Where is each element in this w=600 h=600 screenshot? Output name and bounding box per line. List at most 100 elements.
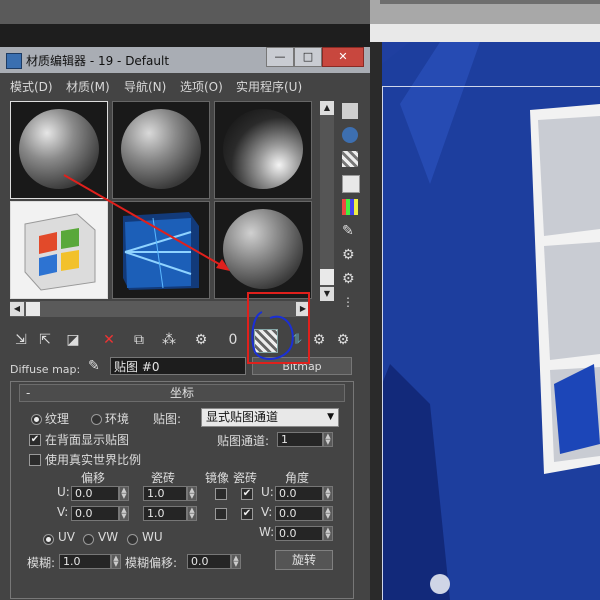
u-tiling-spinner[interactable]: ▲ ▼ (187, 486, 197, 501)
sample-slot-6[interactable] (214, 201, 312, 299)
sample-slot-1[interactable] (10, 101, 108, 199)
environ-radio[interactable] (91, 414, 102, 425)
v-offset-field[interactable]: 0.0 (71, 506, 119, 521)
sphere-preview (223, 109, 303, 189)
sample-slots (10, 101, 312, 299)
u-mirror-checkbox[interactable] (215, 488, 227, 500)
get-material-icon[interactable]: ⇲ (10, 329, 32, 351)
v-tiling-field[interactable]: 1.0 (143, 506, 187, 521)
menu-options[interactable]: 选项(O) (180, 78, 223, 95)
vw-label: VW (98, 530, 119, 544)
scroll-right-arrow-icon[interactable]: ▶ (296, 302, 310, 316)
real-world-checkbox[interactable] (29, 454, 41, 466)
put-to-library-icon[interactable]: ⚙ (190, 329, 212, 351)
mapping-dropdown[interactable]: 显式贴图通道 ▼ (201, 408, 339, 427)
map-channel-field[interactable]: 1 (277, 432, 323, 447)
texture-radio[interactable] (31, 414, 42, 425)
make-unique-icon[interactable]: ⁂ (158, 329, 180, 351)
scroll-thumb[interactable] (320, 269, 334, 285)
select-by-material-icon[interactable]: ⚙ (342, 271, 358, 287)
options-icon[interactable]: ⚙ (342, 247, 358, 263)
v-mirror-checkbox[interactable] (215, 508, 227, 520)
sample-slot-5[interactable] (112, 201, 210, 299)
minimize-button[interactable]: — (266, 47, 294, 67)
texture-label: 纹理 (45, 412, 70, 426)
app-icon (6, 53, 22, 69)
scroll-down-arrow-icon[interactable]: ▼ (320, 287, 334, 301)
w-angle-spinner[interactable]: ▲ ▼ (323, 526, 333, 541)
blur-offset-field[interactable]: 0.0 (187, 554, 231, 569)
background-checker-icon[interactable] (342, 151, 358, 167)
rollout-header[interactable]: - 坐标 (19, 384, 345, 402)
blur-offset-spinner[interactable]: ▲ ▼ (231, 554, 241, 569)
put-to-scene-icon[interactable]: ⇱ (34, 329, 56, 351)
chevron-down-icon: ▼ (327, 412, 334, 422)
show-end-result-icon[interactable]: ⥮ (286, 329, 308, 351)
window-controls: — □ ✕ (266, 47, 364, 67)
u-tiling-field[interactable]: 1.0 (143, 486, 187, 501)
map-type-button[interactable]: Bitmap (252, 357, 352, 375)
title-bar[interactable]: 材质编辑器 - 19 - Default — □ ✕ (0, 47, 370, 73)
close-button[interactable]: ✕ (322, 47, 364, 67)
rotate-button[interactable]: 旋转 (275, 550, 333, 570)
uv-tiling-icon[interactable] (342, 175, 360, 193)
backlight-icon[interactable] (342, 127, 358, 143)
v-angle-spinner[interactable]: ▲ ▼ (323, 506, 333, 521)
preview-icon[interactable]: ✎ (342, 223, 358, 239)
show-back-checkbox[interactable]: ✔ (29, 434, 41, 446)
blur-spinner[interactable]: ▲ ▼ (111, 554, 121, 569)
scroll-left-arrow-icon[interactable]: ◀ (10, 302, 24, 316)
map-name-field[interactable]: 贴图 #0 (110, 357, 246, 375)
menu-material[interactable]: 材质(M) (66, 78, 110, 95)
blur-field[interactable]: 1.0 (59, 554, 111, 569)
menu-utilities[interactable]: 实用程序(U) (236, 78, 302, 95)
scroll-up-arrow-icon[interactable]: ▲ (320, 101, 334, 115)
uv-radio[interactable] (43, 534, 54, 545)
v-tile-checkbox[interactable]: ✔ (241, 508, 253, 520)
v-angle-field[interactable]: 0.0 (275, 506, 323, 521)
maximize-button[interactable]: □ (294, 47, 322, 67)
show-back-label: 在背面显示贴图 (45, 433, 130, 447)
menu-navigation[interactable]: 导航(N) (124, 78, 166, 95)
blur-offset-label: 模糊偏移: (125, 556, 178, 570)
material-map-navigator-icon[interactable]: ⋮ (342, 295, 358, 311)
v-label: V: (57, 505, 69, 519)
map-channel-spinner[interactable]: ▲ ▼ (323, 432, 333, 447)
u-offset-field[interactable]: 0.0 (71, 486, 119, 501)
slots-horizontal-scrollbar[interactable]: ◀ ▶ (10, 301, 310, 317)
go-forward-to-sibling-icon[interactable]: ⚙ (332, 329, 354, 351)
w-angle-field[interactable]: 0.0 (275, 526, 323, 541)
show-map-in-viewport-icon[interactable] (254, 329, 278, 353)
vw-radio[interactable] (83, 534, 94, 545)
viewport[interactable] (370, 24, 600, 600)
sample-slot-4[interactable] (10, 201, 108, 299)
go-to-parent-icon[interactable]: ⚙ (308, 329, 330, 351)
eyedropper-icon[interactable]: ✎ (88, 358, 104, 374)
u-label: U: (57, 485, 70, 499)
sphere-preview (121, 109, 201, 189)
u-tile-checkbox[interactable]: ✔ (241, 488, 253, 500)
scroll-h-thumb[interactable] (26, 302, 40, 316)
v-tiling-spinner[interactable]: ▲ ▼ (187, 506, 197, 521)
rollout-title: 坐标 (169, 386, 194, 400)
v-offset-spinner[interactable]: ▲ ▼ (119, 506, 129, 521)
v-angle-label: V: (261, 505, 273, 519)
menu-mode[interactable]: 模式(D) (10, 78, 53, 95)
rollout-collapse-icon[interactable]: - (26, 385, 30, 401)
sample-slot-2[interactable] (112, 101, 210, 199)
sample-slot-3[interactable] (214, 101, 312, 199)
material-id-channel-icon[interactable]: 0 (222, 329, 244, 351)
copy-material-icon[interactable]: ⧉ (128, 329, 150, 351)
mapping-label: 贴图: (153, 412, 182, 426)
u-offset-spinner[interactable]: ▲ ▼ (119, 486, 129, 501)
u-angle-field[interactable]: 0.0 (275, 486, 323, 501)
video-color-check-icon[interactable] (342, 199, 358, 215)
windows-logo-cube-icon (24, 213, 96, 291)
sample-type-icon[interactable] (342, 103, 358, 119)
reset-map-icon[interactable]: ✕ (98, 329, 120, 351)
wu-radio[interactable] (127, 534, 138, 545)
assign-to-selection-icon[interactable]: ◪ (62, 329, 84, 351)
slots-vertical-scrollbar[interactable]: ▲ ▼ (320, 101, 334, 301)
real-world-label: 使用真实世界比例 (45, 453, 142, 467)
u-angle-spinner[interactable]: ▲ ▼ (323, 486, 333, 501)
